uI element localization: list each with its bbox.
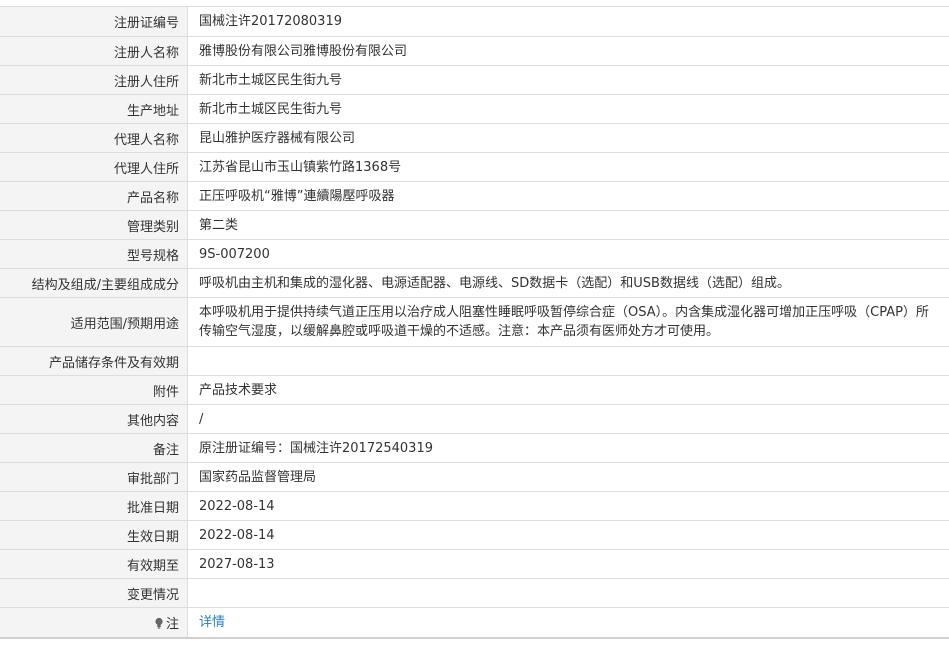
row-value: 昆山雅护医疗器械有限公司 — [188, 124, 949, 152]
row-label: 结构及组成/主要组成成分 — [0, 269, 188, 297]
row-label: 备注 — [0, 434, 188, 462]
row-value: 2022-08-14 — [188, 521, 949, 549]
row-label: 产品名称 — [0, 182, 188, 210]
row-label: 注 — [0, 608, 188, 637]
registration-details-table: 注册证编号 国械注许20172080319 注册人名称 雅博股份有限公司雅博股份… — [0, 6, 949, 639]
row-value: 新北市土城区民生街九号 — [188, 66, 949, 94]
row-structure-composition: 结构及组成/主要组成成分 呼吸机由主机和集成的湿化器、电源适配器、电源线、SD数… — [0, 269, 949, 298]
details-link[interactable]: 详情 — [199, 613, 225, 632]
row-registrant-name: 注册人名称 雅博股份有限公司雅博股份有限公司 — [0, 37, 949, 66]
row-production-address: 生产地址 新北市土城区民生街九号 — [0, 95, 949, 124]
row-value: 正压呼吸机“雅博”連續陽壓呼吸器 — [188, 182, 949, 210]
row-intended-use: 适用范围/预期用途 本呼吸机用于提供持续气道正压用以治疗成人阻塞性睡眠呼吸暂停综… — [0, 298, 949, 347]
row-value: 新北市土城区民生街九号 — [188, 95, 949, 123]
row-label: 管理类别 — [0, 211, 188, 239]
row-value: 第二类 — [188, 211, 949, 239]
row-value: 本呼吸机用于提供持续气道正压用以治疗成人阻塞性睡眠呼吸暂停综合症（OSA）。内含… — [188, 298, 949, 346]
row-label: 其他内容 — [0, 405, 188, 433]
row-agent-name: 代理人名称 昆山雅护医疗器械有限公司 — [0, 124, 949, 153]
row-label: 注册证编号 — [0, 7, 188, 36]
row-value: 国家药品监督管理局 — [188, 463, 949, 491]
row-value: 2022-08-14 — [188, 492, 949, 520]
row-label: 注册人名称 — [0, 37, 188, 65]
row-label: 生效日期 — [0, 521, 188, 549]
row-change-history: 变更情况 — [0, 579, 949, 608]
row-label: 型号规格 — [0, 240, 188, 268]
row-value: 9S-007200 — [188, 240, 949, 268]
row-value: 2027-08-13 — [188, 550, 949, 578]
row-label: 代理人住所 — [0, 153, 188, 181]
row-remarks: 备注 原注册证编号：国械注许20172540319 — [0, 434, 949, 463]
row-registrant-address: 注册人住所 新北市土城区民生街九号 — [0, 66, 949, 95]
row-label: 附件 — [0, 376, 188, 404]
row-label: 审批部门 — [0, 463, 188, 491]
row-value: 雅博股份有限公司雅博股份有限公司 — [188, 37, 949, 65]
row-approval-date: 批准日期 2022-08-14 — [0, 492, 949, 521]
row-value: 产品技术要求 — [188, 376, 949, 404]
row-value — [188, 347, 949, 375]
row-label: 产品储存条件及有效期 — [0, 347, 188, 375]
row-label: 变更情况 — [0, 579, 188, 607]
row-agent-address: 代理人住所 江苏省昆山市玉山镇紫竹路1368号 — [0, 153, 949, 182]
row-product-name: 产品名称 正压呼吸机“雅博”連續陽壓呼吸器 — [0, 182, 949, 211]
row-model-spec: 型号规格 9S-007200 — [0, 240, 949, 269]
row-value: 呼吸机由主机和集成的湿化器、电源适配器、电源线、SD数据卡（选配）和USB数据线… — [188, 269, 949, 297]
row-value: 原注册证编号：国械注许20172540319 — [188, 434, 949, 462]
row-label: 批准日期 — [0, 492, 188, 520]
row-valid-until: 有效期至 2027-08-13 — [0, 550, 949, 579]
row-approval-department: 审批部门 国家药品监督管理局 — [0, 463, 949, 492]
row-label: 代理人名称 — [0, 124, 188, 152]
row-registration-number: 注册证编号 国械注许20172080319 — [0, 7, 949, 37]
row-value: / — [188, 405, 949, 433]
row-value: 详情 — [188, 608, 949, 637]
row-value: 江苏省昆山市玉山镇紫竹路1368号 — [188, 153, 949, 181]
row-value — [188, 579, 949, 607]
row-label: 适用范围/预期用途 — [0, 298, 188, 346]
row-management-category: 管理类别 第二类 — [0, 211, 949, 240]
row-effective-date: 生效日期 2022-08-14 — [0, 521, 949, 550]
row-label: 生产地址 — [0, 95, 188, 123]
row-label: 注册人住所 — [0, 66, 188, 94]
row-label: 有效期至 — [0, 550, 188, 578]
note-label: 注 — [165, 617, 179, 632]
row-value: 国械注许20172080319 — [188, 7, 949, 36]
row-attachments: 附件 产品技术要求 — [0, 376, 949, 405]
row-storage-conditions: 产品储存条件及有效期 — [0, 347, 949, 376]
row-other-content: 其他内容 / — [0, 405, 949, 434]
lightbulb-icon — [155, 617, 163, 629]
row-note: 注 详情 — [0, 608, 949, 639]
